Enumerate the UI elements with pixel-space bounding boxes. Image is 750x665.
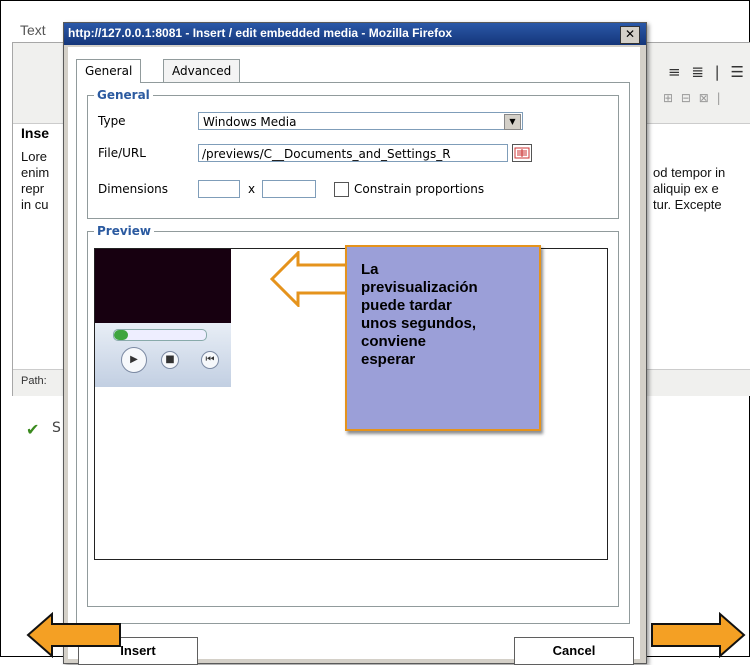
text-line: in cu bbox=[21, 197, 49, 212]
text-line: aliquip ex e bbox=[653, 181, 719, 196]
editor-heading: Inse bbox=[21, 125, 50, 141]
arrow-right-icon[interactable] bbox=[650, 612, 746, 658]
annotation-callout: La previsualización puede tardar unos se… bbox=[345, 245, 541, 431]
editor-text-right: od tempor in aliquip ex e tur. Excepte bbox=[653, 165, 725, 213]
text-line: Lore bbox=[21, 149, 48, 164]
type-label: Type bbox=[98, 114, 126, 128]
close-button[interactable]: ✕ bbox=[620, 26, 640, 44]
dialog-title: http://127.0.0.1:8081 - Insert / edit em… bbox=[68, 26, 453, 40]
dimensions-label: Dimensions bbox=[98, 182, 169, 196]
callout-text: La previsualización puede tardar unos se… bbox=[361, 261, 478, 368]
general-legend: General bbox=[94, 88, 153, 102]
editor-label: Text bbox=[20, 22, 46, 38]
dimensions-separator: x bbox=[248, 182, 256, 196]
text-line: repr bbox=[21, 181, 45, 196]
file-url-input[interactable]: /previews/C__Documents_and_Settings_R bbox=[198, 144, 508, 162]
chevron-down-icon[interactable]: ▼ bbox=[504, 114, 521, 130]
file-url-label: File/URL bbox=[98, 146, 146, 160]
type-select[interactable]: Windows Media ▼ bbox=[198, 112, 523, 130]
type-select-value: Windows Media bbox=[203, 115, 297, 129]
general-fieldset: General Type Windows Media ▼ File/URL /p… bbox=[87, 88, 619, 219]
constrain-checkbox[interactable] bbox=[334, 182, 349, 197]
text-line: enim bbox=[21, 165, 50, 180]
media-player-screen bbox=[95, 249, 231, 323]
path-label: Path: bbox=[21, 375, 47, 387]
browse-icon[interactable] bbox=[512, 144, 532, 162]
tab-general[interactable]: General bbox=[76, 59, 142, 83]
check-icon: ✔ bbox=[26, 420, 40, 439]
width-input[interactable] bbox=[198, 180, 240, 198]
text-line: od tempor in bbox=[653, 165, 726, 180]
arrow-left-icon[interactable] bbox=[26, 612, 122, 658]
preview-legend: Preview bbox=[94, 224, 155, 238]
media-player-controls: ▶ ■ ⏮ bbox=[95, 323, 231, 387]
callout-arrow-icon bbox=[270, 251, 350, 307]
table-toolbar-icons[interactable]: ⊞ ⊟ ⊠ | bbox=[663, 91, 723, 105]
cancel-button[interactable]: Cancel bbox=[514, 637, 634, 665]
align-toolbar-icons[interactable]: ≡ ≣ | ☰ bbox=[668, 63, 747, 81]
previous-track-icon[interactable]: ⏮ bbox=[201, 351, 219, 369]
dialog-titlebar[interactable]: http://127.0.0.1:8081 - Insert / edit em… bbox=[64, 23, 646, 45]
editor-text-left: Lore enim repr in cu bbox=[21, 149, 49, 213]
height-input[interactable] bbox=[262, 180, 316, 198]
status-text: S bbox=[52, 420, 61, 436]
stop-icon[interactable]: ■ bbox=[161, 351, 179, 369]
play-icon[interactable]: ▶ bbox=[121, 347, 147, 373]
text-line: tur. Excepte bbox=[653, 197, 722, 212]
tab-advanced[interactable]: Advanced bbox=[163, 59, 241, 82]
seek-bar[interactable] bbox=[113, 329, 207, 341]
constrain-label: Constrain proportions bbox=[354, 182, 485, 196]
seek-progress bbox=[114, 330, 128, 340]
